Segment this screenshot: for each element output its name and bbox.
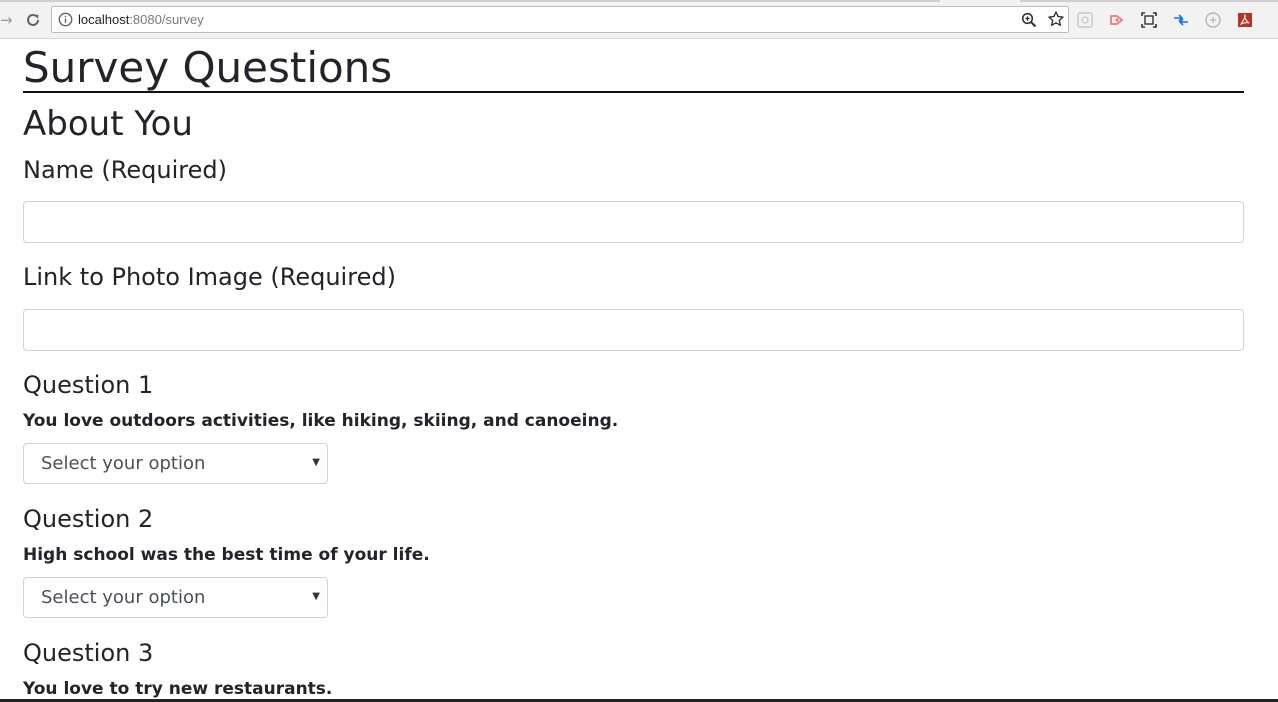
extension-transfer-icon[interactable] — [1172, 11, 1190, 29]
extension-circle-icon[interactable] — [1204, 11, 1222, 29]
question-2-select-value: Select your option — [41, 587, 206, 608]
section-title: About You — [23, 104, 193, 144]
photo-label: Link to Photo Image (Required) — [23, 263, 396, 291]
name-label: Name (Required) — [23, 156, 227, 184]
question-2-label: Question 2 — [23, 505, 154, 533]
extension-arrow-icon[interactable] — [1108, 11, 1126, 29]
question-2-select[interactable]: Select your option ▼ — [23, 577, 328, 618]
extension-grid-icon[interactable] — [1076, 11, 1094, 29]
page-title: Survey Questions — [23, 43, 393, 92]
zoom-icon[interactable] — [1021, 12, 1037, 28]
title-divider — [23, 91, 1244, 93]
question-3-label: Question 3 — [23, 639, 154, 667]
name-input[interactable] — [23, 201, 1244, 243]
extension-frame-icon[interactable] — [1140, 11, 1158, 29]
address-bar[interactable]: localhost:8080/survey — [51, 6, 1069, 33]
extension-pdf-icon[interactable] — [1236, 11, 1254, 29]
reload-icon[interactable] — [23, 10, 43, 30]
tab-strip-edge-right — [1020, 0, 1278, 2]
tab-strip-edge — [0, 0, 940, 2]
question-1-select-value: Select your option — [41, 453, 206, 474]
question-1-text: You love outdoors activities, like hikin… — [23, 411, 619, 431]
chevron-down-icon: ▼ — [312, 457, 320, 468]
bookmark-star-icon[interactable] — [1047, 10, 1065, 28]
question-3-text: You love to try new restaurants. — [23, 679, 333, 699]
question-1-label: Question 1 — [23, 371, 154, 399]
question-1-select[interactable]: Select your option ▼ — [23, 443, 328, 484]
url-host: localhost — [78, 12, 130, 27]
browser-toolbar: → localhost:8080/survey — [0, 0, 1278, 39]
chevron-down-icon: ▼ — [312, 591, 320, 602]
forward-icon[interactable]: → — [0, 10, 14, 30]
photo-link-input[interactable] — [23, 309, 1244, 351]
info-icon[interactable] — [58, 12, 73, 27]
url-path: :8080/survey — [129, 12, 204, 27]
question-2-text: High school was the best time of your li… — [23, 545, 430, 565]
url-text: localhost:8080/survey — [78, 11, 204, 29]
